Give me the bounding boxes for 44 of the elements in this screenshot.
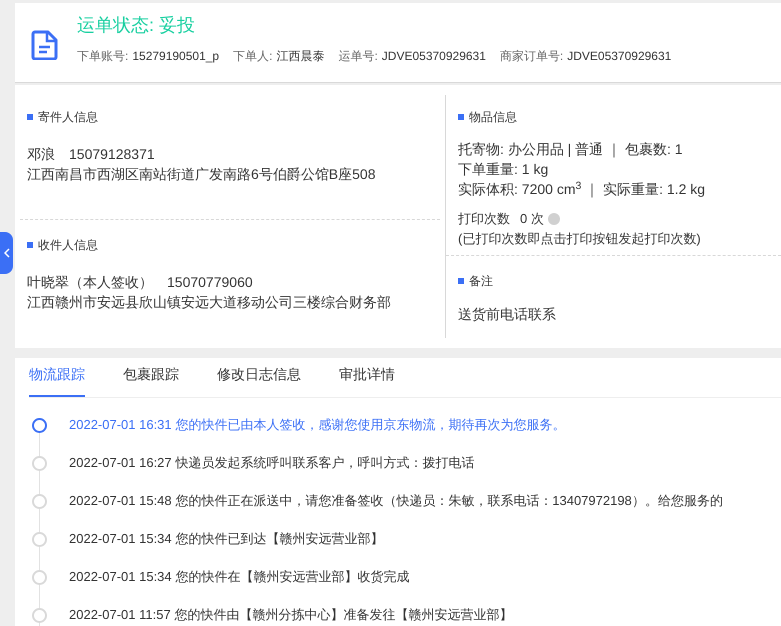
tracking-event: 2022-07-01 15:34 您的快件在【赣州安远营业部】收货完成: [69, 568, 410, 586]
tracking-event: 2022-07-01 15:34 您的快件已到达【赣州安远营业部】: [69, 530, 384, 548]
tab[interactable]: 包裹跟踪: [123, 364, 179, 397]
meta-label: 运单号:: [338, 48, 378, 65]
square-icon: [27, 114, 33, 120]
square-icon: [458, 278, 464, 284]
document-icon: [31, 30, 59, 60]
meta-value: 江西晨泰: [276, 48, 324, 65]
remark-text: 送货前电话联系: [458, 305, 557, 324]
goods-line: 托寄物: 办公用品 | 普通 ｜ 包裹数: 1: [458, 140, 684, 159]
meta-label: 下单人:: [233, 48, 272, 65]
tab[interactable]: 审批详情: [339, 364, 395, 397]
contact-name: 叶晓翠（本人签收）: [27, 273, 153, 292]
tracking-event: 2022-07-01 11:57 您的快件由【赣州分拣中心】准备发往【赣州安远营业部】: [69, 606, 512, 624]
contact-phone: 15070779060: [167, 273, 253, 292]
section-title: 物品信息: [469, 109, 517, 126]
print-note: (已打印次数即点击打印按钮发起打印次数): [458, 230, 702, 248]
tracking-event: 2022-07-01 16:31 您的快件已由本人签收，感谢您使用京东物流，期待再次为您服务。: [69, 416, 566, 434]
meta-value: 15279190501_p: [132, 48, 220, 65]
section-title: 收件人信息: [38, 237, 98, 254]
contact-name: 邓浪: [27, 145, 55, 164]
print-count: 0 次: [520, 210, 544, 228]
section-title: 备注: [469, 273, 493, 290]
chevron-left-icon: [4, 248, 10, 258]
contact-address: 江西南昌市西湖区南站街道广发南路6号伯爵公馆B座508: [27, 165, 376, 184]
goods-line: 实际体积: 7200 cm$^{3}$ ｜ 实际重量: 1.2 kg: [458, 179, 706, 199]
tracking-event: 2022-07-01 15:48 您的快件正在派送中，请您准备签收（快递员：朱敏，联系电话：13407972198）。给您服务的: [69, 492, 723, 510]
section-title: 寄件人信息: [38, 109, 98, 126]
collapse-button[interactable]: [0, 232, 13, 274]
meta-value: JDVE05370929631: [567, 48, 672, 65]
tracking-event: 2022-07-01 16:27 快递员发起系统呼叫联系客户，呼叫方式：拨打电话: [69, 454, 474, 472]
help-icon: [548, 213, 560, 225]
status-title: 运单状态: 妥投: [77, 14, 196, 37]
tab[interactable]: 修改日志信息: [217, 364, 301, 397]
tab[interactable]: 物流跟踪: [29, 364, 85, 397]
print-label: 打印次数: [458, 210, 510, 228]
contact-phone: 15079128371: [69, 145, 155, 164]
contact-address: 江西赣州市安远县欣山镇安远大道移动公司三楼综合财务部: [27, 293, 392, 312]
goods-line: 下单重量: 1 kg: [458, 160, 550, 179]
meta-value: JDVE05370929631: [382, 48, 486, 65]
square-icon: [27, 242, 33, 248]
meta-label: 商家订单号:: [500, 48, 564, 65]
meta-label: 下单账号:: [77, 48, 128, 65]
square-icon: [458, 114, 464, 120]
